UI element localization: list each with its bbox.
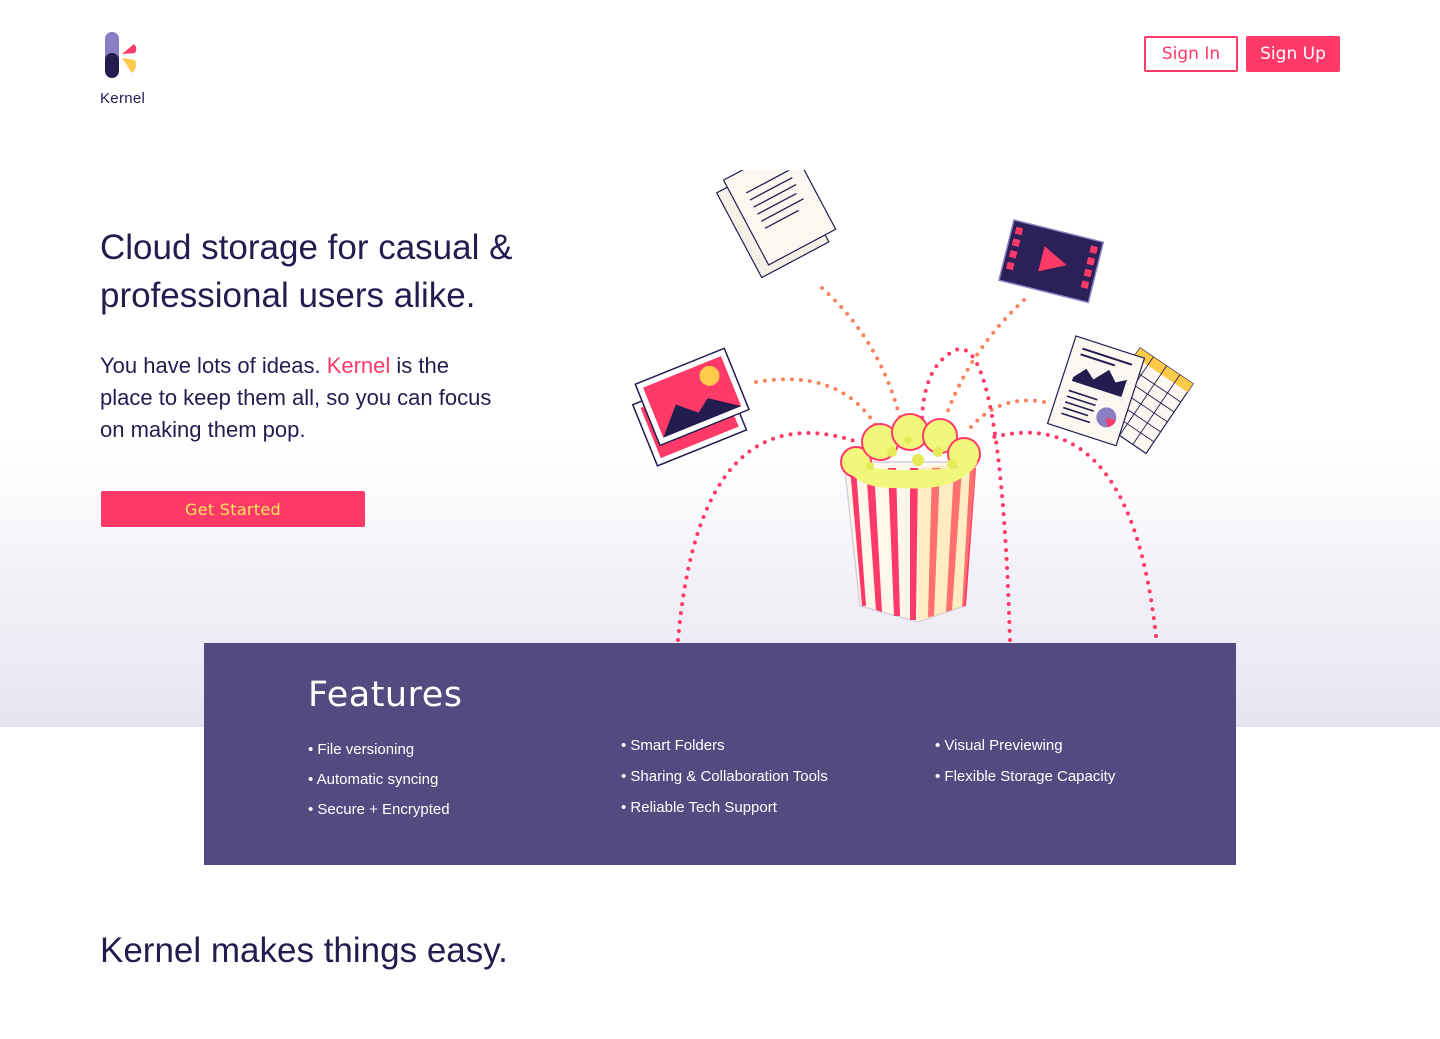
feature-item: Visual Previewing [935,736,1115,767]
logo-text: Kernel [100,90,146,107]
video-icon [998,219,1105,304]
dotted-path [754,377,878,428]
dotted-path [676,431,860,642]
hero-description-text: You have lots of ideas. [100,353,327,378]
feature-item: Smart Folders [621,736,828,767]
feature-item: Sharing & Collaboration Tools [621,767,827,798]
photo-icon [631,347,750,467]
feature-item: Reliable Tech Support [621,798,828,829]
hero-title: Cloud storage for casual & professional … [100,228,513,315]
get-started-button[interactable]: Get Started [101,491,365,527]
feature-item: Flexible Storage Capacity [935,767,1115,798]
kernel-logo-icon [105,32,137,78]
feature-item: Secure + Encrypted [308,800,449,830]
hero-brand-highlight: Kernel [326,353,391,378]
sign-in-button[interactable]: Sign In [1144,36,1238,72]
features-column: Visual Previewing Flexible Storage Capac… [935,736,1115,798]
logo[interactable]: Kernel [100,32,160,108]
features-column: Smart Folders Sharing & Collaboration To… [621,736,828,829]
feature-item: Automatic syncing [308,770,450,800]
document-icon [715,170,837,279]
section-title: Kernel makes things easy. [100,931,508,970]
popcorn-icon [840,413,981,623]
dotted-path [988,430,1158,638]
dotted-path [968,398,1046,430]
hero-description: You have lots of ideas. Kernel is the pl… [100,350,500,446]
feature-item: File versioning [308,740,450,770]
sign-up-button[interactable]: Sign Up [1246,36,1340,72]
features-title: Features [308,675,463,715]
hero-illustration [631,170,1194,642]
features-panel: Features File versioning Automatic synci… [204,643,1236,865]
features-column: File versioning Automatic syncing Secure… [308,740,450,830]
dotted-path [944,298,1026,418]
dotted-path [820,286,902,420]
